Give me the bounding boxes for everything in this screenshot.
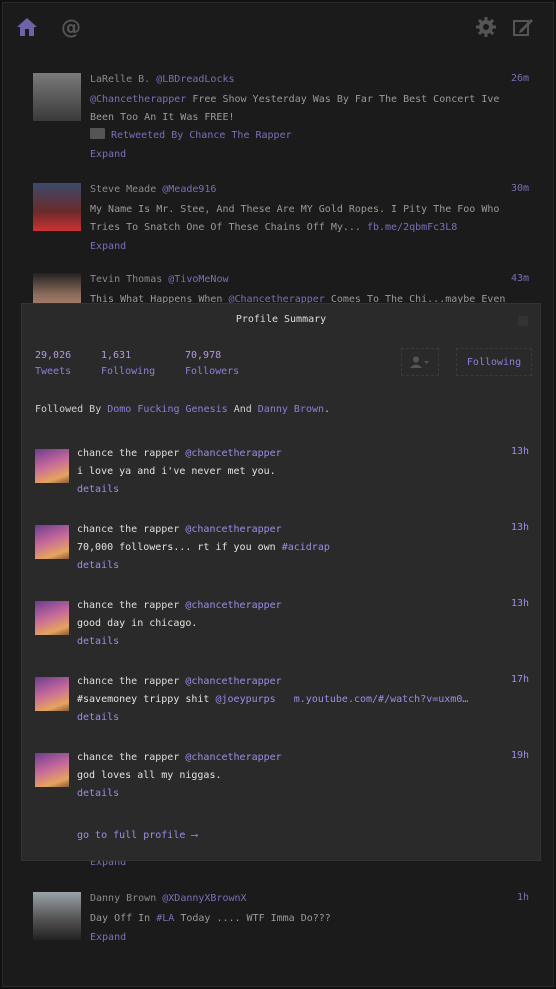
- compose-icon[interactable]: [511, 15, 535, 39]
- tweet-text: good day in chicago.: [77, 618, 198, 629]
- tweet-text: Been Too An It Was FREE!: [90, 112, 235, 123]
- avatar[interactable]: [35, 677, 69, 711]
- stat-value: 29,026: [35, 350, 72, 361]
- details-link[interactable]: details: [77, 557, 497, 575]
- follower-link[interactable]: Domo Fucking Genesis: [107, 404, 227, 415]
- tweet-author[interactable]: Steve Meade: [90, 184, 156, 195]
- close-icon[interactable]: [518, 316, 528, 326]
- tweet-text: #savemoney trippy shit: [77, 694, 216, 705]
- tweet-handle[interactable]: @chancetherapper: [185, 676, 281, 687]
- tweet-author[interactable]: chance the rapper: [77, 524, 185, 535]
- full-profile-link[interactable]: go to full profile ⟶: [77, 830, 197, 841]
- expand-link[interactable]: Expand: [90, 929, 530, 947]
- avatar[interactable]: [33, 183, 81, 231]
- tweet-text: Tries To Snatch One Of These Chains Off …: [90, 222, 367, 233]
- home-icon[interactable]: [15, 15, 39, 39]
- followed-by-and: And: [227, 404, 258, 415]
- avatar[interactable]: [33, 273, 81, 303]
- tweet-text: 70,000 followers... rt if you own: [77, 542, 282, 553]
- tweet-text: Day Off In: [90, 913, 157, 924]
- details-link[interactable]: details: [77, 709, 497, 727]
- stat-label: Following: [101, 366, 156, 377]
- panel-title: Profile Summary: [235, 314, 327, 325]
- stat-tweets[interactable]: 29,026 Tweets: [35, 348, 71, 380]
- tweet-text: Today .... WTF Imma Do???: [174, 913, 331, 924]
- retweet-label[interactable]: Retweeted By Chance The Rapper: [111, 130, 292, 141]
- stat-value: 1,631: [101, 350, 132, 361]
- tweet-author[interactable]: Tevin Thomas: [90, 274, 162, 285]
- tweet-handle[interactable]: @TivoMeNow: [168, 274, 228, 285]
- followed-by-label: Followed By: [35, 404, 108, 415]
- tweet-handle[interactable]: @XDannyXBrownX: [162, 893, 246, 904]
- app-window: @ LaRelle B. @LBDreadLocks @Chancetherap…: [2, 2, 554, 987]
- tweet-handle[interactable]: @Meade916: [162, 184, 216, 195]
- details-link[interactable]: details: [77, 785, 497, 803]
- url-link[interactable]: m.youtube.com/#/watch?v=uxm0…: [276, 694, 469, 705]
- expand-link[interactable]: Expand: [90, 238, 530, 256]
- tweet-time: 30m: [510, 183, 529, 194]
- tweet-author[interactable]: Danny Brown: [90, 893, 156, 904]
- tweet-handle[interactable]: @chancetherapper: [185, 600, 281, 611]
- profile-tweet: chance the rapper @chancetherapper 70,00…: [35, 521, 533, 581]
- tweet-time: 19h: [510, 750, 529, 761]
- url-link[interactable]: fb.me/2qbmFc3L8: [367, 222, 457, 233]
- details-link[interactable]: details: [77, 481, 497, 499]
- following-button[interactable]: Following: [456, 348, 532, 376]
- tweet-text: My Name Is Mr. Stee, And These Are MY Go…: [90, 204, 500, 215]
- avatar[interactable]: [35, 449, 69, 483]
- hashtag-link[interactable]: #acidrap: [282, 542, 330, 553]
- tweet-text: god loves all my niggas.: [77, 770, 222, 781]
- tweet-time: 26m: [510, 73, 529, 84]
- profile-tweet: chance the rapper @chancetherapper i lov…: [35, 445, 533, 505]
- avatar[interactable]: [33, 73, 81, 121]
- retweet-icon: [90, 128, 105, 139]
- avatar[interactable]: [35, 753, 69, 787]
- user-icon: [410, 356, 429, 368]
- tweet-author[interactable]: chance the rapper: [77, 600, 185, 611]
- avatar[interactable]: [35, 601, 69, 635]
- stat-following[interactable]: 1,631 Following: [101, 348, 155, 380]
- tweet-text: Free Show Yesterday Was By Far The Best …: [186, 94, 500, 105]
- profile-summary-panel: Profile Summary 29,026 Tweets 1,631 Foll…: [21, 303, 541, 861]
- stat-value: 70,978: [185, 350, 222, 361]
- tweet-time: 13h: [510, 598, 529, 609]
- tweet-time: 1h: [516, 892, 529, 903]
- profile-tweet: chance the rapper @chancetherapper #save…: [35, 673, 533, 733]
- tweet-time: 13h: [510, 446, 529, 457]
- mention-link[interactable]: @Chancetherapper: [90, 94, 186, 105]
- stat-label: Tweets: [35, 366, 72, 377]
- expand-link[interactable]: Expand: [90, 146, 530, 164]
- tweet-time: 13h: [510, 522, 529, 533]
- tweet-author[interactable]: chance the rapper: [77, 752, 185, 763]
- tweet-handle[interactable]: @chancetherapper: [185, 448, 281, 459]
- details-link[interactable]: details: [77, 633, 497, 651]
- user-actions-button[interactable]: [401, 348, 439, 376]
- followed-by: Followed By Domo Fucking Genesis And Dan…: [35, 404, 330, 415]
- tweet-time: 43m: [510, 273, 529, 284]
- avatar[interactable]: [35, 525, 69, 559]
- profile-tweet: chance the rapper @chancetherapper good …: [35, 597, 533, 657]
- hashtag-link[interactable]: #LA: [156, 913, 174, 924]
- stat-label: Followers: [185, 366, 240, 377]
- gear-icon[interactable]: [474, 15, 498, 39]
- tweet-handle[interactable]: @LBDreadLocks: [156, 74, 234, 85]
- stat-followers[interactable]: 70,978 Followers: [185, 348, 239, 380]
- tweet-handle[interactable]: @chancetherapper: [185, 752, 281, 763]
- tweet-author[interactable]: chance the rapper: [77, 448, 185, 459]
- profile-tweet: chance the rapper @chancetherapper god l…: [35, 749, 533, 809]
- tweet-text: i love ya and i've never met you.: [77, 466, 276, 477]
- tweet-time: 17h: [510, 674, 529, 685]
- tweet-handle[interactable]: @chancetherapper: [185, 524, 281, 535]
- mention-link[interactable]: @joeypurps: [215, 694, 275, 705]
- followed-by-end: .: [324, 404, 331, 415]
- at-icon[interactable]: @: [59, 15, 83, 39]
- avatar[interactable]: [33, 892, 81, 940]
- tweet-author[interactable]: chance the rapper: [77, 676, 185, 687]
- top-toolbar: @: [3, 3, 556, 51]
- follower-link[interactable]: Danny Brown: [258, 404, 324, 415]
- tweet-author[interactable]: LaRelle B.: [90, 74, 150, 85]
